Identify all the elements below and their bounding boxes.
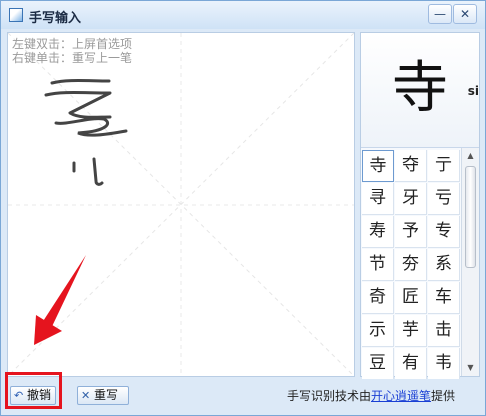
- preview-character: 寺 si: [361, 33, 479, 148]
- close-button[interactable]: ✕: [453, 4, 477, 24]
- preview-char-text: 寺: [392, 56, 448, 121]
- candidate-cell[interactable]: 芋: [395, 315, 427, 347]
- candidate-cell[interactable]: 有: [395, 348, 427, 380]
- candidate-cell[interactable]: 匠: [395, 282, 427, 314]
- candidate-cell[interactable]: 夯: [395, 249, 427, 281]
- candidate-cell[interactable]: 节: [362, 249, 394, 281]
- pen-app-icon: [9, 8, 23, 22]
- window-title: 手写输入: [29, 11, 82, 26]
- candidate-cell[interactable]: 牙: [395, 183, 427, 215]
- title-bar: 手写输入 — ✕: [1, 1, 485, 29]
- candidate-cell[interactable]: 专: [428, 216, 460, 248]
- scroll-up-arrow-icon[interactable]: ▲: [463, 149, 478, 163]
- candidate-scrollbar[interactable]: ▲ ▼: [461, 148, 479, 376]
- rewrite-label: 重写: [94, 388, 119, 402]
- candidate-cell[interactable]: 击: [428, 315, 460, 347]
- candidate-cell[interactable]: 亍: [428, 150, 460, 182]
- credit-suffix: 提供: [431, 389, 456, 403]
- candidate-cell[interactable]: 夺: [395, 150, 427, 182]
- candidate-cell[interactable]: 豆: [362, 348, 394, 380]
- scroll-down-arrow-icon[interactable]: ▼: [463, 361, 478, 375]
- candidate-cell[interactable]: 寺: [362, 150, 394, 182]
- credit-link[interactable]: 开心逍遥笔: [371, 389, 431, 403]
- scrollbar-thumb[interactable]: [465, 166, 476, 268]
- candidate-cell[interactable]: 车: [428, 282, 460, 314]
- handwriting-canvas[interactable]: 左键双击：上屏首选项 右键单击：重写上一笔: [7, 32, 355, 377]
- x-icon: ✕: [81, 389, 91, 402]
- candidate-cell[interactable]: 系: [428, 249, 460, 281]
- credit-prefix: 手写识别技术由: [287, 389, 372, 403]
- candidate-cell[interactable]: 示: [362, 315, 394, 347]
- preview-pinyin: si: [467, 84, 479, 98]
- bottom-bar: ↶ 撤销 ✕ 重写 手写识别技术由开心逍遥笔提供: [1, 379, 485, 415]
- candidate-cell[interactable]: 奇: [362, 282, 394, 314]
- arrow-annotation: [34, 255, 86, 345]
- candidate-panel: 寺 si 寺 夺 亍 寻 牙 亏 寿 予 专 节 夯 系 奇 匠 车 示 芋 击…: [360, 32, 480, 380]
- candidate-cell[interactable]: 亏: [428, 183, 460, 215]
- candidate-cell[interactable]: 寿: [362, 216, 394, 248]
- credit-text: 手写识别技术由开心逍遥笔提供: [287, 387, 455, 404]
- candidate-cell[interactable]: 予: [395, 216, 427, 248]
- undo-highlight-box: [5, 372, 62, 409]
- rewrite-button[interactable]: ✕ 重写: [77, 386, 129, 405]
- handwriting-window: 手写输入 — ✕ 左键双击：上屏首选项 右键单击：重写上一笔 寺 si 寺 夺 …: [0, 0, 486, 416]
- minimize-button[interactable]: —: [428, 4, 452, 24]
- candidate-cell[interactable]: 寻: [362, 183, 394, 215]
- candidate-cell[interactable]: 韦: [428, 348, 460, 380]
